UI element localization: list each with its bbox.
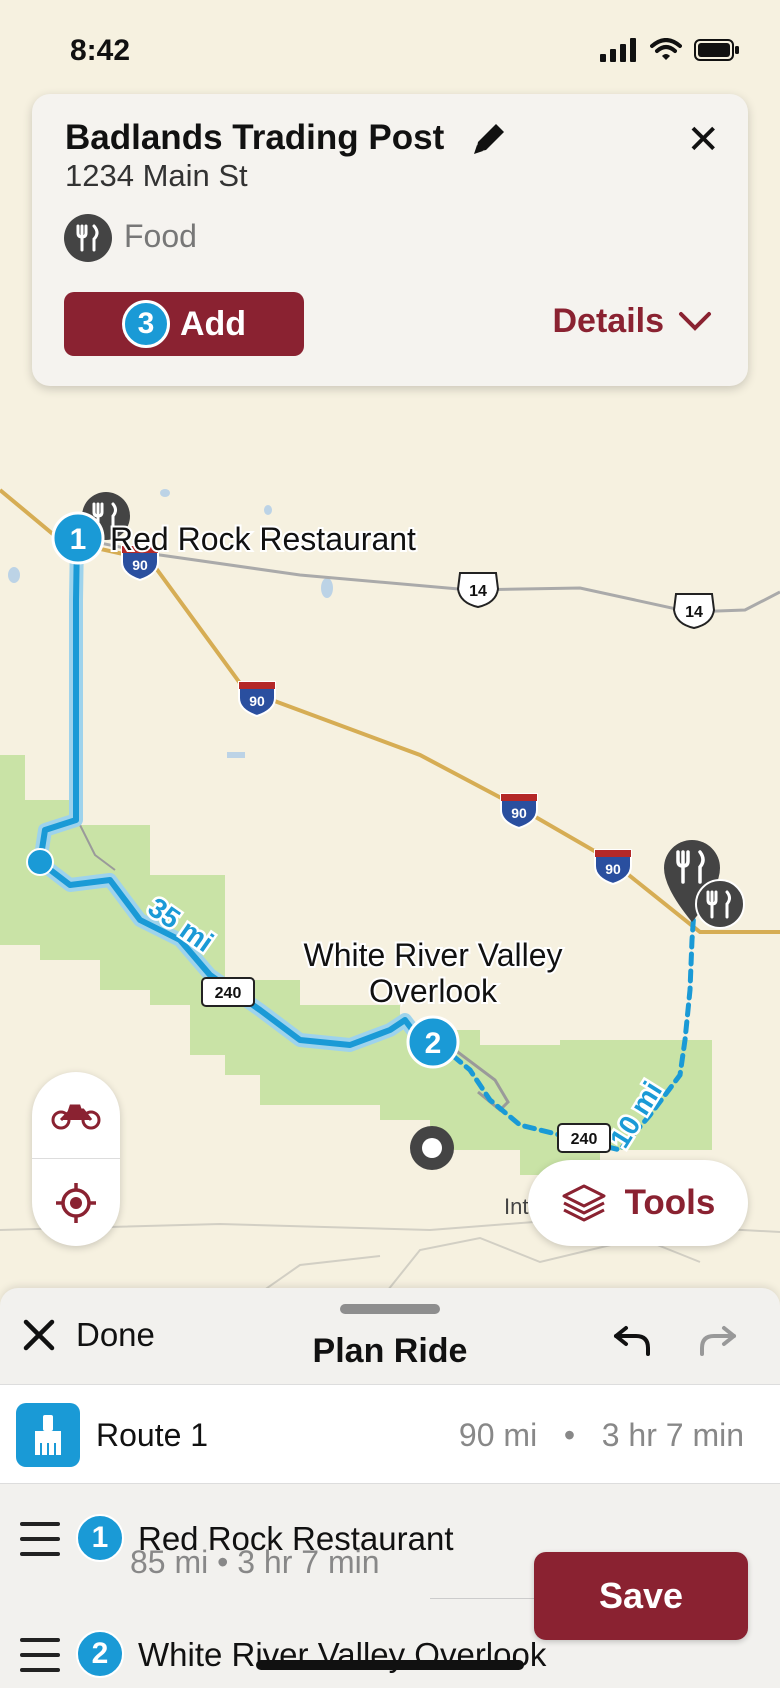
battery-icon [694,39,739,61]
stop-number: 1 [76,1514,124,1562]
svg-text:2: 2 [425,1027,442,1060]
drag-handle-icon[interactable] [20,1522,60,1556]
poi-title: Badlands Trading Post [65,118,445,157]
save-button[interactable]: Save [534,1552,748,1640]
details-label: Details [552,302,665,340]
sheet-title: Plan Ride [312,1332,468,1370]
sr240-shield: 240 [201,977,255,1007]
svg-text:240: 240 [571,1131,598,1148]
svg-text:90: 90 [605,861,621,877]
waypoint-1-marker[interactable]: 1 [51,511,105,565]
drag-handle-icon[interactable] [20,1638,60,1672]
controls-divider [32,1158,120,1159]
svg-text:90: 90 [132,557,148,573]
locate-icon [56,1183,96,1223]
signal-icon [600,38,636,62]
poi-category: Food [124,218,197,254]
waypoint-1-label: Red Rock Restaurant [110,521,416,557]
wifi-icon [650,38,682,60]
waypoint-2-marker[interactable]: 2 [406,1015,460,1069]
waypoint-2-label-line1: White River Valley [303,937,562,973]
add-label: Add [179,304,247,343]
route-row[interactable]: Route 1 90 mi • 3 hr 7 min [0,1384,780,1484]
food-pin[interactable] [695,879,745,929]
map-center-marker [410,1126,454,1170]
undo-icon[interactable] [612,1320,652,1360]
sr240-shield: 240 [557,1123,611,1153]
svg-text:14: 14 [469,583,487,600]
status-bar: 8:42 [0,0,780,90]
add-stop-button[interactable]: 3 Add [64,292,304,356]
chevron-down-icon [679,311,711,331]
redo-icon[interactable] [698,1320,738,1360]
leg-divider [430,1598,550,1599]
tools-button[interactable]: Tools [528,1160,748,1246]
svg-text:1: 1 [70,523,87,556]
route-stats-separator: • [563,1417,576,1453]
status-icons [600,38,740,62]
food-icon [64,214,112,262]
svg-text:90: 90 [511,805,527,821]
route-shaping-point[interactable] [26,848,54,876]
sheet-grabber[interactable] [340,1304,440,1314]
locate-button[interactable] [32,1160,120,1246]
route-duration: 3 hr 7 min [601,1417,744,1453]
svg-text:14: 14 [685,604,703,621]
home-indicator [256,1660,524,1670]
stop-number-badge: 3 [121,300,170,348]
status-time: 8:42 [70,34,131,67]
route-distance: 90 mi [458,1417,538,1453]
paint-brush-icon [16,1403,80,1467]
leg-summary: 85 mi • 3 hr 7 min [130,1544,380,1580]
tools-label: Tools [624,1183,716,1222]
route-stats: 90 mi • 3 hr 7 min [459,1417,744,1454]
pencil-icon[interactable] [470,118,510,158]
close-icon[interactable]: ✕ [686,120,720,160]
partial-place-label: Int [504,1194,528,1219]
details-button[interactable]: Details [553,302,713,341]
svg-text:240: 240 [215,985,242,1002]
route-name: Route 1 [96,1417,209,1453]
stop-number: 2 [76,1630,124,1678]
motorcycle-icon [51,1104,101,1130]
ride-mode-button[interactable] [32,1072,120,1158]
poi-card: Badlands Trading Post ✕ 1234 Main St Foo… [32,94,748,386]
layers-icon [562,1184,606,1222]
svg-text:90: 90 [249,693,265,709]
map-controls [32,1072,120,1246]
poi-address: 1234 Main St [65,158,248,193]
waypoint-2-label-line2: Overlook [369,973,498,1009]
